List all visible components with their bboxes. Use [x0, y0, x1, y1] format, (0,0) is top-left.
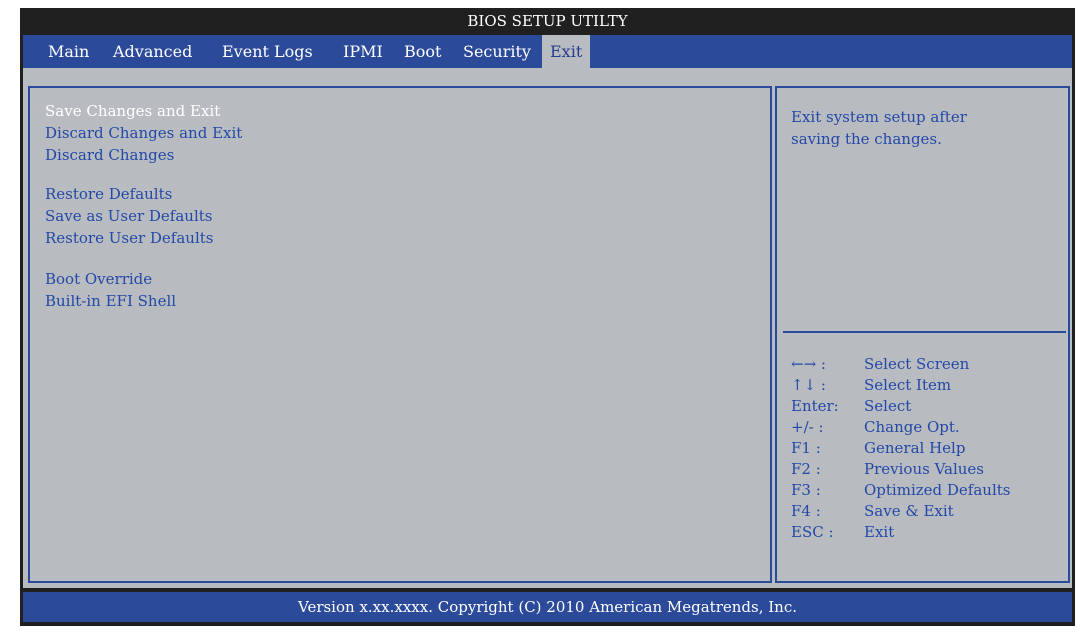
menu-item-discard-changes[interactable]: Discard Changes	[45, 144, 174, 166]
menu-item-restore-user-defaults[interactable]: Restore User Defaults	[45, 227, 213, 249]
key-description: Change Opt.	[864, 418, 960, 436]
key-label: +/- :	[791, 418, 824, 436]
key-label: F1 :	[791, 439, 821, 457]
key-label: ESC :	[791, 523, 834, 541]
menu-item-save-changes-and-exit[interactable]: Save Changes and Exit	[45, 100, 220, 122]
tab-event-logs[interactable]: Event Logs	[222, 35, 313, 68]
key-description: General Help	[864, 439, 966, 457]
key-description: Exit	[864, 523, 895, 541]
key-description: Previous Values	[864, 460, 984, 478]
key-label: F2 :	[791, 460, 821, 478]
status-bar: Version x.xx.xxxx. Copyright (C) 2010 Am…	[23, 592, 1072, 622]
tab-bar: Main Advanced Event Logs IPMI Boot Secur…	[23, 35, 1072, 68]
menu-item-restore-defaults[interactable]: Restore Defaults	[45, 183, 172, 205]
key-label: ↑↓ :	[791, 376, 826, 394]
tab-security[interactable]: Security	[463, 35, 531, 68]
title-bar: BIOS SETUP UTILTY	[20, 8, 1075, 34]
key-description: Save & Exit	[864, 502, 954, 520]
tab-advanced[interactable]: Advanced	[113, 35, 192, 68]
key-description: Select	[864, 397, 912, 415]
key-label: Enter:	[791, 397, 839, 415]
tab-exit[interactable]: Exit	[542, 35, 591, 68]
tab-main[interactable]: Main	[48, 35, 89, 68]
key-description: Optimized Defaults	[864, 481, 1011, 499]
help-line-2: saving the changes.	[791, 130, 942, 148]
key-label: ←→ :	[791, 355, 826, 373]
options-pane: Save Changes and Exit Discard Changes an…	[28, 86, 772, 583]
help-divider	[783, 331, 1066, 333]
help-pane: Exit system setup after saving the chang…	[775, 86, 1070, 583]
help-description: Exit system setup after saving the chang…	[791, 106, 1051, 150]
tab-boot[interactable]: Boot	[404, 35, 441, 68]
window-title: BIOS SETUP UTILTY	[467, 12, 628, 30]
key-label: F4 :	[791, 502, 821, 520]
menu-item-save-as-user-defaults[interactable]: Save as User Defaults	[45, 205, 212, 227]
key-description: Select Item	[864, 376, 952, 394]
bios-screen: BIOS SETUP UTILTY Main Advanced Event Lo…	[20, 8, 1075, 626]
menu-item-discard-changes-and-exit[interactable]: Discard Changes and Exit	[45, 122, 242, 144]
help-line-1: Exit system setup after	[791, 108, 967, 126]
key-description: Select Screen	[864, 355, 970, 373]
menu-item-built-in-efi-shell[interactable]: Built-in EFI Shell	[45, 290, 176, 312]
key-label: F3 :	[791, 481, 821, 499]
copyright-text: Version x.xx.xxxx. Copyright (C) 2010 Am…	[297, 598, 798, 616]
tab-ipmi[interactable]: IPMI	[343, 35, 383, 68]
main-content: Save Changes and Exit Discard Changes an…	[23, 68, 1072, 588]
menu-item-boot-override[interactable]: Boot Override	[45, 268, 152, 290]
